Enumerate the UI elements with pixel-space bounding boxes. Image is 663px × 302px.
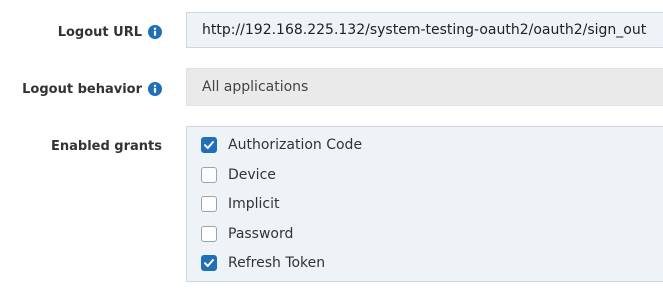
oauth-client-form: Logout URL http://192.168.225.132/system… [0, 0, 663, 302]
authorization-code-label: Authorization Code [228, 137, 363, 153]
enabled-grants-label: Enabled grants [50, 138, 162, 154]
logout-url-label: Logout URL [57, 24, 142, 40]
logout-url-value: http://192.168.225.132/system-testing-oa… [202, 22, 647, 38]
grant-device[interactable]: Device [201, 167, 276, 183]
logout-behavior-label-group: Logout behavior [22, 79, 162, 99]
refresh-token-checkbox[interactable] [201, 255, 217, 271]
logout-behavior-label: Logout behavior [22, 81, 142, 97]
device-checkbox[interactable] [201, 167, 217, 183]
info-icon[interactable] [148, 82, 162, 96]
device-label: Device [228, 167, 276, 183]
logout-behavior-select[interactable]: All applications [186, 68, 663, 106]
grant-authorization-code[interactable]: Authorization Code [201, 137, 362, 153]
enabled-grants-box: Authorization Code Device Implicit Passw… [186, 126, 663, 282]
grant-password[interactable]: Password [201, 226, 293, 242]
check-icon [204, 141, 214, 149]
enabled-grants-label-group: Enabled grants [51, 136, 162, 156]
password-checkbox[interactable] [201, 226, 217, 242]
logout-url-label-group: Logout URL [58, 22, 162, 42]
check-icon [204, 259, 214, 267]
authorization-code-checkbox[interactable] [201, 137, 217, 153]
implicit-label: Implicit [228, 196, 280, 212]
info-icon[interactable] [148, 25, 162, 39]
password-label: Password [228, 226, 294, 242]
implicit-checkbox[interactable] [201, 196, 217, 212]
refresh-token-label: Refresh Token [228, 255, 326, 271]
logout-behavior-value: All applications [202, 79, 309, 95]
grant-refresh-token[interactable]: Refresh Token [201, 255, 325, 271]
grant-implicit[interactable]: Implicit [201, 196, 280, 212]
logout-url-input[interactable]: http://192.168.225.132/system-testing-oa… [186, 12, 663, 48]
